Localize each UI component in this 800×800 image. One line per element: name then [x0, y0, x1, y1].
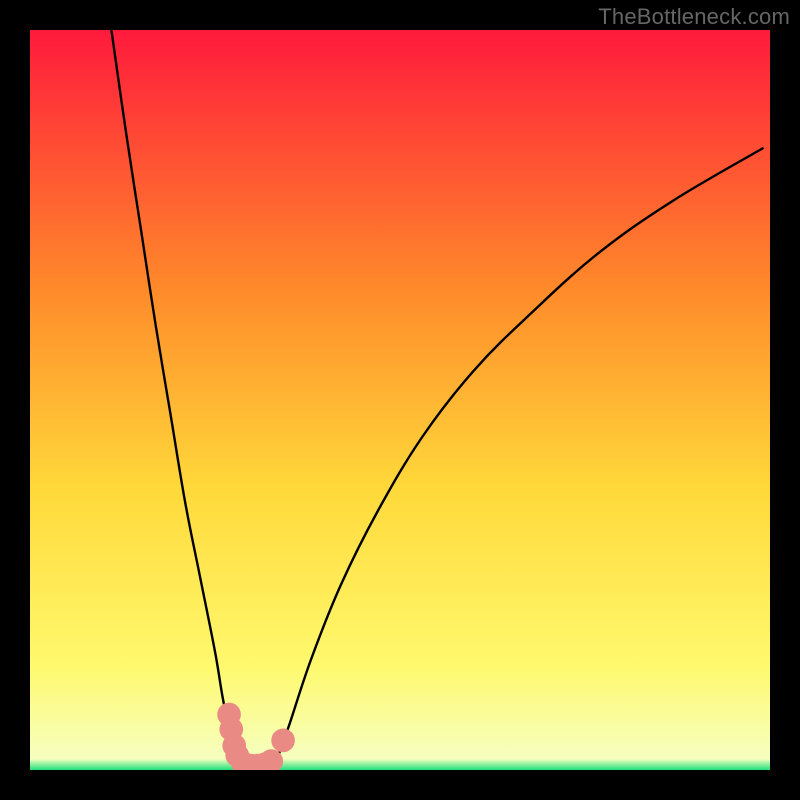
watermark-text: TheBottleneck.com	[598, 4, 790, 30]
chart-plot-area	[30, 30, 770, 770]
chart-background	[30, 30, 770, 770]
chart-frame: TheBottleneck.com	[0, 0, 800, 800]
chart-svg	[30, 30, 770, 770]
data-marker	[271, 729, 295, 753]
